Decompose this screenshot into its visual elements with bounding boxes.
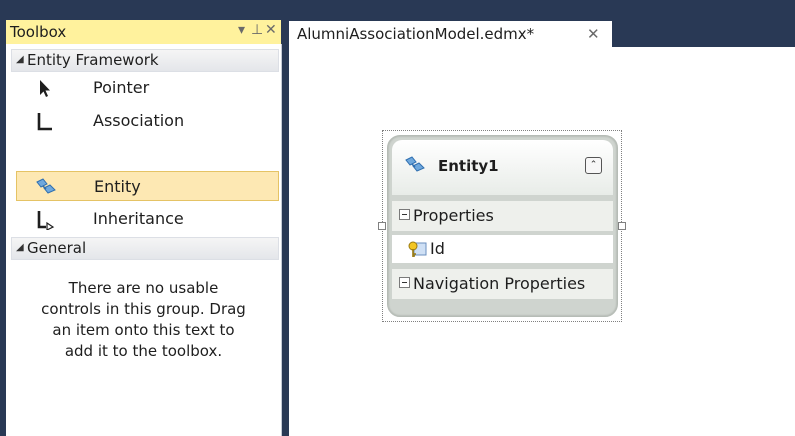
general-empty-message: There are no usable controls in this gro… (6, 278, 281, 362)
expanded-triangle-icon: ◢ (16, 54, 24, 65)
expanded-triangle-icon: ◢ (16, 242, 24, 253)
collapse-icon[interactable]: ⌃ (585, 157, 602, 174)
tool-item-label: Inheritance (93, 209, 184, 228)
section-label: Properties (413, 206, 494, 225)
group-label: Entity Framework (27, 51, 159, 69)
pointer-icon (34, 77, 56, 99)
toolbox-title: Toolbox (10, 23, 67, 41)
collapse-section-icon[interactable] (399, 209, 410, 220)
entity-icon (35, 176, 57, 198)
group-label: General (27, 239, 87, 257)
entity-name: Entity1 (438, 157, 499, 175)
inheritance-icon (34, 208, 56, 231)
entity-shape[interactable]: Entity1 ⌃ Properties Id Navigation Prope… (387, 135, 618, 317)
pin-icon[interactable]: ⊥ (251, 22, 263, 38)
close-icon[interactable]: ✕ (265, 22, 277, 38)
empty-message-line: an item onto this text to (52, 321, 235, 339)
tool-item-label: Entity (94, 177, 141, 196)
entity-icon (404, 154, 426, 180)
resize-handle-left[interactable] (378, 222, 386, 230)
tool-item-association[interactable]: Association (16, 106, 279, 136)
navigation-properties-section-header[interactable]: Navigation Properties (392, 269, 613, 299)
dropdown-icon[interactable]: ▾ (238, 22, 245, 38)
toolbox-panel: Toolbox ▾ ⊥ ✕ ◢ Entity Framework Pointer… (6, 20, 282, 436)
empty-message-line: There are no usable (68, 279, 219, 297)
property-row[interactable]: Id (392, 235, 613, 263)
collapse-section-icon[interactable] (399, 277, 410, 288)
tool-item-entity[interactable]: Entity (16, 171, 279, 201)
toolbox-header: Toolbox ▾ ⊥ ✕ (6, 20, 281, 44)
designer-surface[interactable]: Entity1 ⌃ Properties Id Navigation Prope… (289, 47, 795, 436)
tool-item-label: Association (93, 111, 185, 130)
key-property-icon (407, 240, 427, 262)
toolbox-body: ◢ Entity Framework Pointer Association E… (6, 44, 282, 436)
properties-section-header[interactable]: Properties (392, 201, 613, 231)
tool-item-label: Pointer (93, 78, 150, 97)
tool-item-pointer[interactable]: Pointer (16, 73, 279, 103)
entity-title-bar: Entity1 ⌃ (392, 140, 613, 195)
empty-message-line: add it to the toolbox. (64, 342, 223, 360)
section-label: Navigation Properties (413, 274, 586, 293)
tool-item-inheritance[interactable]: Inheritance (16, 204, 279, 234)
tab-close-icon[interactable]: ✕ (587, 25, 600, 43)
property-name: Id (430, 239, 445, 258)
empty-message-line: controls in this group. Drag (41, 300, 246, 318)
tab-title: AlumniAssociationModel.edmx* (297, 25, 535, 43)
tab-edmx-document[interactable]: AlumniAssociationModel.edmx* ✕ (289, 21, 612, 48)
resize-handle-right[interactable] (618, 222, 626, 230)
group-header-general[interactable]: ◢ General (11, 237, 279, 260)
group-header-entity-framework[interactable]: ◢ Entity Framework (11, 49, 279, 72)
association-icon (34, 110, 56, 132)
